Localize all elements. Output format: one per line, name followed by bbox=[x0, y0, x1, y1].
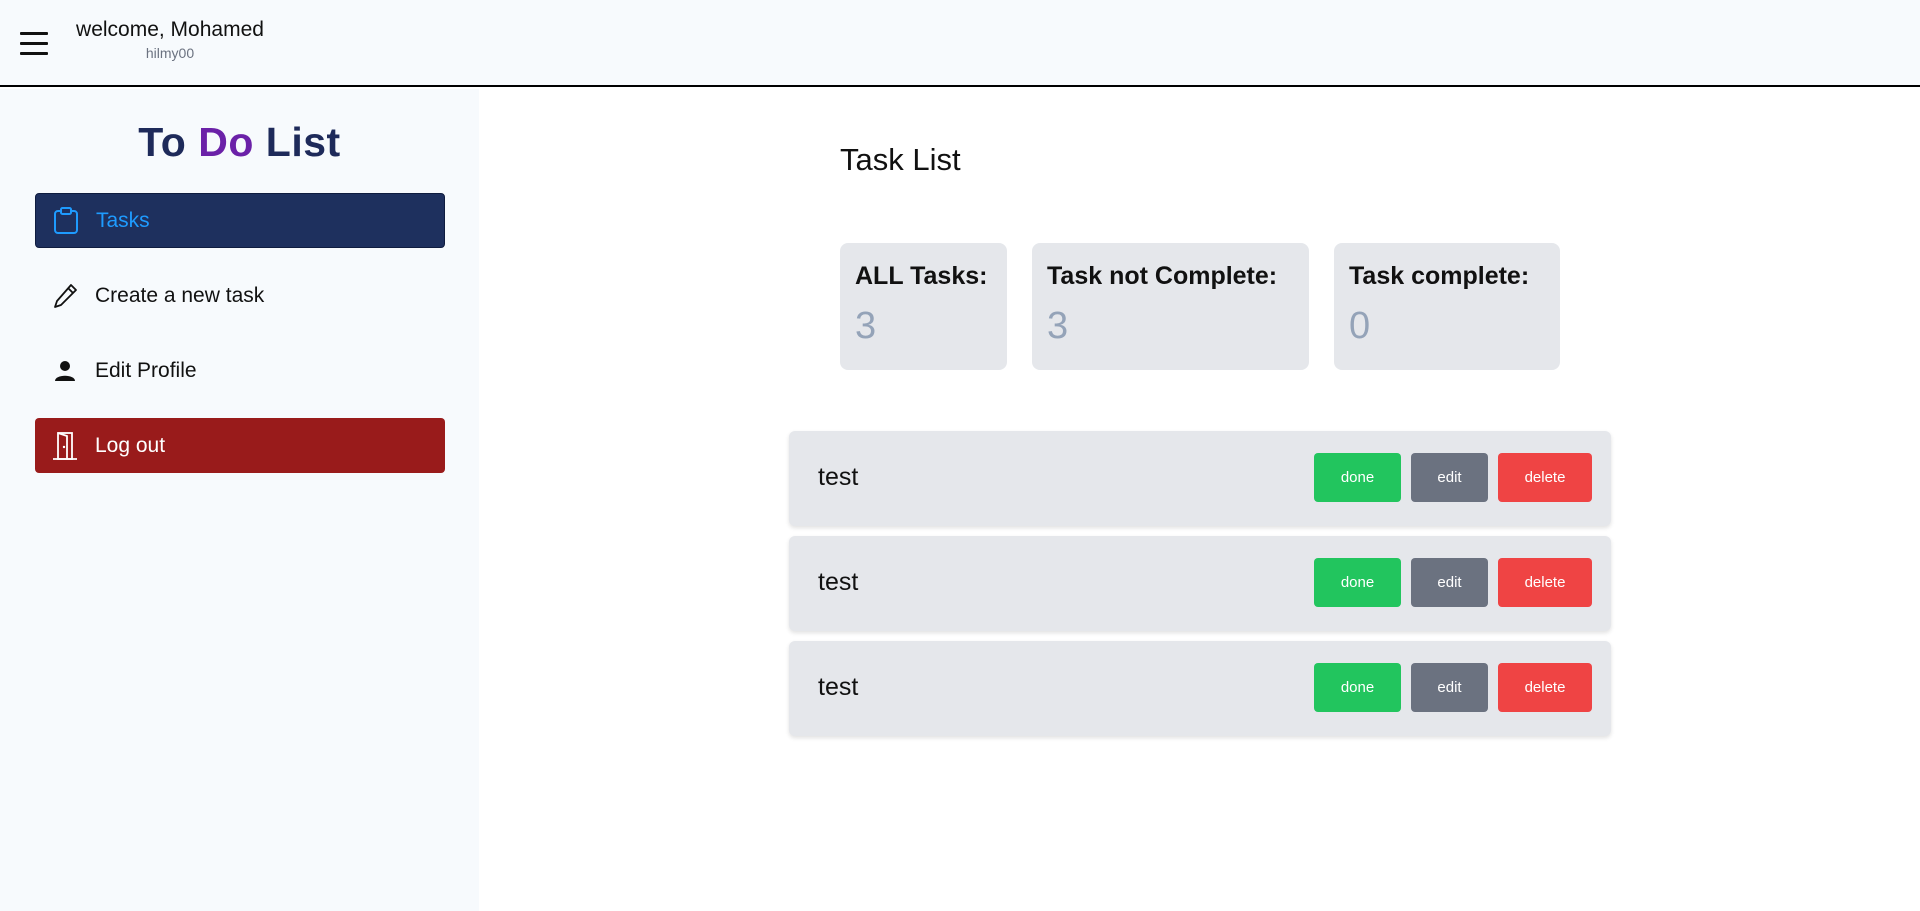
brand-word-to: To bbox=[138, 119, 187, 165]
task-name: test bbox=[818, 463, 859, 491]
stat-card-not-complete: Task not Complete: 3 bbox=[1032, 243, 1309, 370]
edit-button[interactable]: edit bbox=[1411, 453, 1488, 502]
task-row: test done edit delete bbox=[789, 641, 1611, 736]
stat-card-complete: Task complete: 0 bbox=[1334, 243, 1560, 370]
edit-button[interactable]: edit bbox=[1411, 663, 1488, 712]
sidebar-item-label: Edit Profile bbox=[95, 358, 197, 382]
brand-logo: To Do List bbox=[0, 119, 479, 166]
task-name: test bbox=[818, 673, 859, 701]
pencil-icon bbox=[35, 268, 95, 323]
sidebar-item-logout[interactable]: Log out bbox=[35, 418, 445, 473]
task-name: test bbox=[818, 568, 859, 596]
sidebar-item-label: Log out bbox=[95, 433, 166, 457]
username: hilmy00 bbox=[145, 45, 195, 61]
edit-button[interactable]: edit bbox=[1411, 558, 1488, 607]
welcome-text: welcome, Mohamed bbox=[76, 18, 264, 41]
done-button[interactable]: done bbox=[1314, 663, 1401, 712]
page-title: Task List bbox=[840, 142, 961, 177]
top-bar: welcome, Mohamed hilmy00 bbox=[0, 0, 1920, 87]
sidebar-item-label: Tasks bbox=[96, 208, 150, 232]
done-button[interactable]: done bbox=[1314, 558, 1401, 607]
sidebar-item-edit-profile[interactable]: Edit Profile bbox=[35, 343, 445, 398]
door-icon bbox=[35, 418, 95, 473]
stat-value: 3 bbox=[1047, 305, 1069, 347]
user-icon bbox=[35, 343, 95, 398]
menu-toggle-icon[interactable] bbox=[20, 32, 48, 56]
stat-card-all: ALL Tasks: 3 bbox=[840, 243, 1007, 370]
stat-label: Task not Complete: bbox=[1047, 262, 1278, 290]
delete-button[interactable]: delete bbox=[1498, 663, 1592, 712]
sidebar-item-tasks[interactable]: Tasks bbox=[35, 193, 445, 248]
sidebar-item-label: Create a new task bbox=[95, 283, 265, 307]
sidebar: To Do List Tasks Create a new task Edit … bbox=[0, 89, 479, 911]
stat-value: 3 bbox=[855, 305, 877, 347]
done-button[interactable]: done bbox=[1314, 453, 1401, 502]
user-greeting: welcome, Mohamed hilmy00 bbox=[72, 18, 268, 61]
sidebar-item-create-task[interactable]: Create a new task bbox=[35, 268, 445, 323]
task-row: test done edit delete bbox=[789, 536, 1611, 631]
delete-button[interactable]: delete bbox=[1498, 453, 1592, 502]
brand-word-do: Do bbox=[198, 119, 254, 165]
stat-value: 0 bbox=[1349, 305, 1371, 347]
stat-label: Task complete: bbox=[1349, 262, 1530, 290]
delete-button[interactable]: delete bbox=[1498, 558, 1592, 607]
task-row: test done edit delete bbox=[789, 431, 1611, 526]
stat-label: ALL Tasks: bbox=[855, 262, 988, 290]
clipboard-icon bbox=[36, 193, 96, 248]
brand-word-list: List bbox=[265, 119, 341, 165]
